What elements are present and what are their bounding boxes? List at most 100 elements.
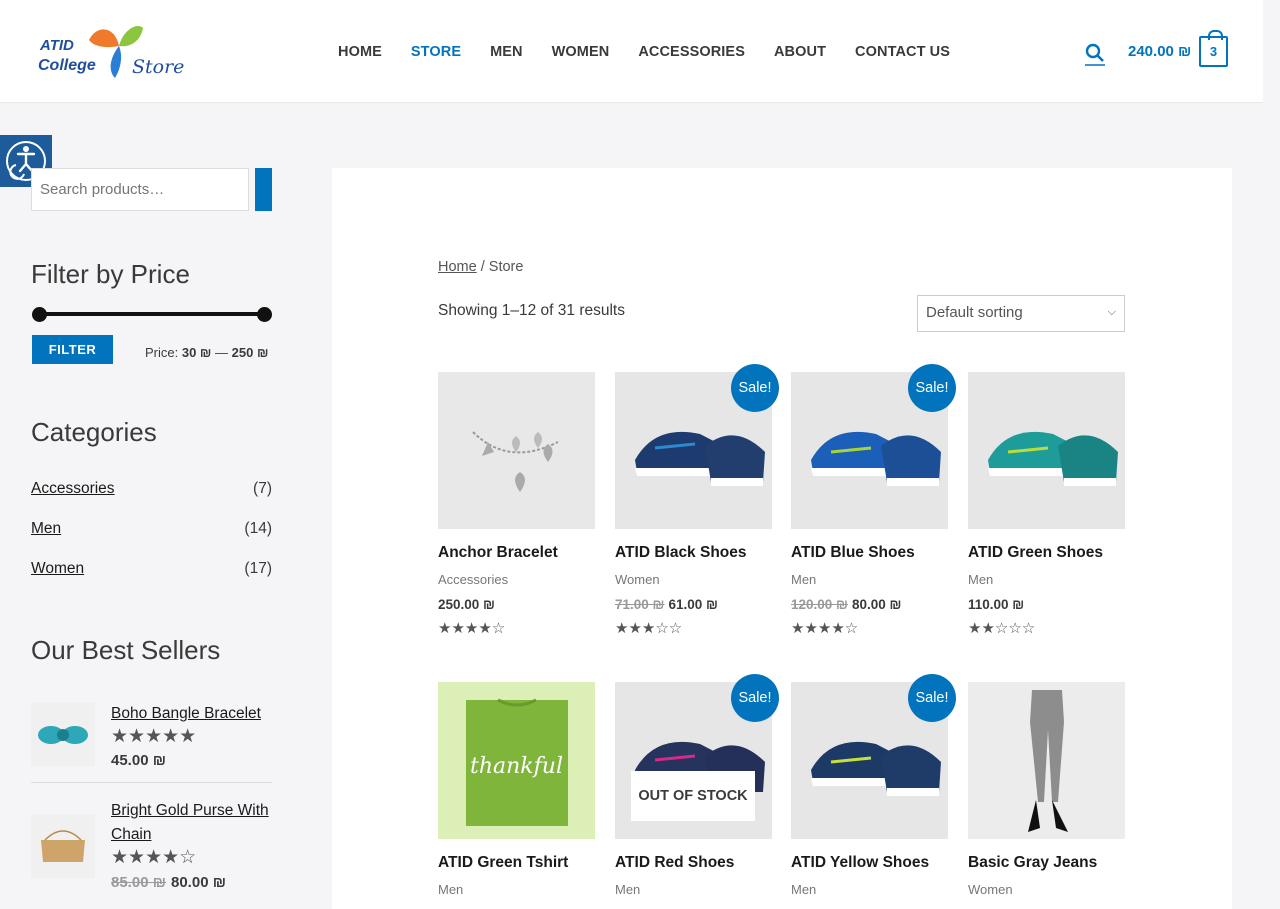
category-count: (17): [244, 560, 272, 577]
tshirt-print-text: thankful: [470, 754, 563, 779]
logo-text-college: College: [38, 57, 96, 74]
product-card: Basic Gray Jeans Women: [968, 682, 1125, 909]
category-link-accessories[interactable]: Accessories: [31, 480, 115, 497]
search-icon[interactable]: [1084, 42, 1106, 66]
filter-button[interactable]: FILTER: [32, 335, 113, 364]
chevron-down-icon: ⌵: [1107, 306, 1116, 318]
category-count: (7): [253, 480, 272, 497]
product-title[interactable]: Anchor Bracelet: [438, 544, 558, 562]
price-range-label: Price: 30 ₪ — 250 ₪: [145, 345, 268, 360]
categories-title: Categories: [31, 417, 157, 447]
logo-text-atid: ATID: [40, 37, 74, 54]
product-image[interactable]: [438, 372, 595, 529]
product-card: Sale! ATID Blue Shoes Men 120.00 ₪ 80.00 …: [791, 364, 956, 642]
best-seller-item: Boho Bangle Bracelet ★★★★★ 45.00 ₪: [31, 702, 272, 772]
nav-accessories[interactable]: ACCESSORIES: [638, 44, 745, 60]
nav-store[interactable]: STORE: [411, 44, 461, 60]
sale-badge: Sale!: [731, 674, 779, 722]
rating-stars: ★★★★☆: [111, 847, 197, 868]
product-title[interactable]: ATID Blue Shoes: [791, 544, 915, 562]
best-sellers-title: Our Best Sellers: [31, 635, 221, 665]
product-title[interactable]: ATID Green Tshirt: [438, 854, 568, 872]
price-prefix: Price:: [145, 345, 179, 360]
product-title[interactable]: ATID Yellow Shoes: [791, 854, 929, 872]
sort-value: Default sorting: [926, 304, 1023, 321]
nav-women[interactable]: WOMEN: [552, 44, 610, 60]
divider: [31, 782, 272, 783]
product-old-price: 71.00 ₪: [615, 597, 665, 612]
price-slider-max-handle[interactable]: [257, 307, 272, 322]
rating-stars: ★★★★☆: [791, 620, 859, 637]
product-category: Men: [438, 882, 464, 897]
product-category: Women: [615, 572, 660, 587]
product-card: OUT OF STOCK Sale! ATID Red Shoes Men: [615, 674, 779, 909]
nav-contact-us[interactable]: CONTACT US: [855, 44, 950, 60]
product-search-button[interactable]: [255, 168, 272, 211]
out-of-stock-label: OUT OF STOCK: [631, 771, 755, 821]
rating-stars: ★★★☆☆: [615, 620, 683, 637]
product-image[interactable]: [968, 682, 1125, 839]
price-slider-min-handle[interactable]: [32, 307, 47, 322]
product-title[interactable]: Basic Gray Jeans: [968, 854, 1097, 872]
nav-home[interactable]: HOME: [338, 44, 382, 60]
result-count: Showing 1–12 of 31 results: [438, 302, 625, 319]
product-price-value: 110.00 ₪: [968, 597, 1025, 612]
price-slider-track[interactable]: [35, 312, 268, 316]
best-seller-item: Bright Gold Purse With Chain ★★★★☆ 85.00…: [31, 799, 272, 899]
best-seller-link[interactable]: Bright Gold Purse With Chain: [111, 799, 272, 847]
best-seller-price: 45.00 ₪: [111, 752, 166, 769]
cart-total[interactable]: 240.00 ₪: [1128, 43, 1191, 60]
product-price-value: 250.00 ₪: [438, 597, 495, 612]
filter-by-price-title: Filter by Price: [31, 259, 190, 289]
product-card: ATID Green Shoes Men 110.00 ₪ ★★☆☆☆: [968, 372, 1125, 642]
sort-select[interactable]: Default sorting ⌵: [917, 295, 1125, 332]
best-seller-thumbnail[interactable]: [31, 814, 95, 878]
category-link-men[interactable]: Men: [31, 520, 61, 537]
product-card: Sale! ATID Black Shoes Women 71.00 ₪ 61.0…: [615, 364, 779, 642]
category-item: Women (17): [31, 560, 272, 578]
product-category: Men: [968, 572, 994, 587]
category-item: Accessories (7): [31, 480, 272, 498]
best-seller-price: 80.00 ₪: [171, 874, 226, 891]
breadcrumb: Home / Store: [438, 259, 523, 275]
rating-stars: ★★☆☆☆: [968, 620, 1036, 637]
rating-stars: ★★★★☆: [438, 620, 506, 637]
category-item: Men (14): [31, 520, 272, 538]
product-image[interactable]: [968, 372, 1125, 529]
product-image[interactable]: thankful: [438, 682, 595, 839]
nav-men[interactable]: MEN: [490, 44, 523, 60]
category-link-women[interactable]: Women: [31, 560, 84, 577]
breadcrumb-current: Store: [488, 259, 524, 275]
product-price: 110.00 ₪: [968, 597, 1024, 612]
product-card: Anchor Bracelet Accessories 250.00 ₪ ★★★…: [438, 372, 595, 642]
product-price: 71.00 ₪ 61.00 ₪: [615, 597, 718, 612]
product-title[interactable]: ATID Green Shoes: [968, 544, 1103, 562]
product-price-value: 80.00 ₪: [851, 597, 902, 612]
breadcrumb-sep: /: [476, 259, 489, 275]
price-max: 250 ₪: [231, 345, 269, 360]
product-search-input[interactable]: [31, 168, 249, 211]
site-header: ATID College Store HOME STORE MEN WOMEN …: [0, 0, 1263, 103]
price-sep: —: [215, 345, 229, 360]
product-category: Men: [791, 882, 817, 897]
price-min: 30 ₪: [181, 345, 212, 360]
sale-badge: Sale!: [908, 364, 956, 412]
product-category: Men: [615, 882, 641, 897]
cart-count: 3: [1209, 44, 1218, 59]
product-price-value: 61.00 ₪: [668, 597, 718, 612]
product-title[interactable]: ATID Black Shoes: [615, 544, 747, 562]
sale-badge: Sale!: [731, 364, 779, 412]
best-seller-old-price: 85.00 ₪: [111, 874, 166, 891]
site-logo[interactable]: ATID College Store: [37, 22, 197, 82]
best-seller-thumbnail[interactable]: [31, 702, 95, 766]
best-seller-link[interactable]: Boho Bangle Bracelet: [111, 702, 272, 726]
sale-badge: Sale!: [908, 674, 956, 722]
cart-bag-icon[interactable]: 3: [1199, 30, 1228, 67]
logo-text-store: Store: [132, 56, 185, 78]
product-card: thankful ATID Green Tshirt Men: [438, 682, 595, 909]
nav-about[interactable]: ABOUT: [774, 44, 826, 60]
product-old-price: 120.00 ₪: [791, 597, 848, 612]
product-title[interactable]: ATID Red Shoes: [615, 854, 734, 872]
breadcrumb-home-link[interactable]: Home: [438, 259, 477, 275]
product-card: Sale! ATID Yellow Shoes Men: [791, 674, 956, 909]
